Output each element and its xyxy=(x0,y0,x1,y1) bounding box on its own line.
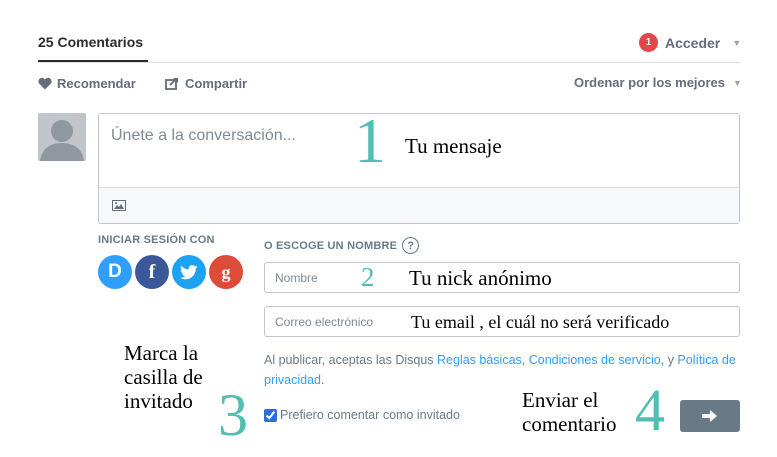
terms-separator: , xyxy=(521,353,529,367)
share-button[interactable]: Compartir xyxy=(165,76,247,91)
nav-divider xyxy=(38,62,740,63)
composer-toolbar xyxy=(99,187,739,223)
avatar xyxy=(38,113,86,161)
guest-checkbox[interactable] xyxy=(264,408,277,422)
twitter-bird-icon xyxy=(180,264,198,279)
choose-name-title: O ESCOGE UN NOMBRE ? xyxy=(264,237,420,254)
guest-checkbox-row[interactable]: Prefiero comentar como invitado xyxy=(264,408,460,422)
submit-comment-button[interactable] xyxy=(680,400,740,432)
recommend-button[interactable]: Recomendar xyxy=(38,76,136,91)
annotation-number-3: 3 xyxy=(218,382,248,448)
sort-label: Ordenar por los mejores xyxy=(574,75,725,90)
login-label[interactable]: Acceder xyxy=(665,35,720,51)
annotation-submit: Enviar el comentario xyxy=(522,388,617,436)
guest-checkbox-label[interactable]: Prefiero comentar como invitado xyxy=(280,408,460,422)
share-label: Compartir xyxy=(185,76,248,91)
image-icon[interactable] xyxy=(112,200,126,211)
login-menu[interactable]: 1 Acceder ▼ xyxy=(639,33,741,52)
annotation-number-4: 4 xyxy=(635,377,665,443)
twitter-login-button[interactable] xyxy=(172,255,206,289)
annotation-email: Tu email , el cuál no será verificado xyxy=(411,312,670,332)
terms-prefix: Al publicar, aceptas las Disqus xyxy=(264,353,438,367)
basic-rules-link[interactable]: Reglas básicas xyxy=(437,353,522,367)
facebook-login-button[interactable]: f xyxy=(135,255,169,289)
annotation-number-2: 2 xyxy=(361,262,375,292)
arrow-right-icon xyxy=(702,410,717,422)
comment-composer[interactable]: Únete a la conversación... xyxy=(98,113,740,224)
google-login-button[interactable]: g xyxy=(209,255,243,289)
choose-name-label: O ESCOGE UN NOMBRE xyxy=(264,239,398,252)
help-icon[interactable]: ? xyxy=(402,237,420,254)
terms-of-service-link[interactable]: Condiciones de servicio xyxy=(529,353,661,367)
social-login-title: INICIAR SESIÓN CON xyxy=(98,234,215,246)
terms-suffix: . xyxy=(320,373,325,387)
annotation-number-1: 1 xyxy=(354,105,386,176)
annotation-nick: Tu nick anónimo xyxy=(409,266,552,290)
chevron-down-icon: ▼ xyxy=(733,77,742,88)
chevron-down-icon[interactable]: ▼ xyxy=(732,38,741,48)
recommend-label: Recomendar xyxy=(57,76,136,91)
annotation-guest-checkbox: Marca la casilla de invitado xyxy=(124,341,203,413)
annotation-message: Tu mensaje xyxy=(405,134,502,158)
terms-text: Al publicar, aceptas las Disqus Reglas b… xyxy=(264,350,740,390)
sort-dropdown[interactable]: Ordenar por los mejores ▼ xyxy=(574,75,742,90)
terms-separator: , y xyxy=(660,353,678,367)
user-placeholder-icon xyxy=(38,113,86,161)
comments-count-tab[interactable]: 25 Comentarios xyxy=(38,34,143,50)
notification-badge: 1 xyxy=(639,33,658,52)
comment-textarea-placeholder[interactable]: Únete a la conversación... xyxy=(111,127,296,145)
share-icon xyxy=(165,78,178,90)
disqus-login-button[interactable]: D xyxy=(98,255,132,289)
heart-icon xyxy=(38,77,52,90)
